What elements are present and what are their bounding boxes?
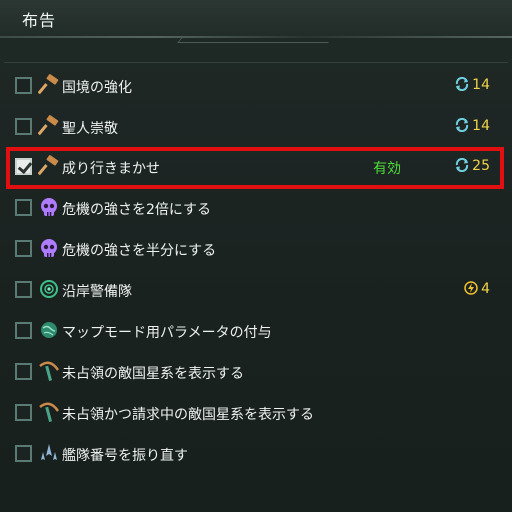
radar-icon (38, 278, 60, 300)
pickaxe-icon (38, 360, 60, 382)
edict-cost: 14 (455, 117, 490, 134)
edict-label: 危機の強さを半分にする (62, 243, 217, 259)
edict-checkbox[interactable] (15, 118, 32, 135)
edict-cost: 14 (455, 76, 490, 93)
cost-value: 14 (472, 77, 490, 93)
edict-label: 聖人崇敬 (62, 121, 118, 137)
edict-row[interactable]: 未占領の敵国星系を表示する (8, 354, 504, 390)
edict-row[interactable]: 沿岸警備隊 4 (8, 272, 504, 308)
cost-value: 14 (472, 118, 490, 134)
edicts-panel: 布告 国境の強化 14 聖人崇敬 14 成り行きまかせ 有効 25 危機の強さを2倍にする 危機… (0, 0, 512, 512)
influence-icon (455, 117, 469, 133)
edict-label: 国境の強化 (62, 80, 132, 96)
edict-checkbox[interactable] (15, 404, 32, 421)
edict-label: 未占領の敵国星系を表示する (62, 366, 244, 382)
edict-row[interactable]: 危機の強さを半分にする (8, 231, 504, 267)
skull-icon (38, 196, 60, 218)
edict-label: 艦隊番号を振り直す (62, 448, 188, 464)
edict-row[interactable]: 未占領かつ請求中の敵国星系を表示する (8, 395, 504, 431)
edict-row[interactable]: 聖人崇敬 14 (8, 109, 504, 145)
title-bar: 布告 (0, 0, 512, 36)
selection-highlight (6, 147, 504, 189)
edict-checkbox[interactable] (15, 199, 32, 216)
page-title: 布告 (22, 11, 57, 30)
edict-cost: 4 (464, 281, 490, 297)
cost-value: 4 (481, 281, 490, 297)
globe-icon (38, 319, 60, 341)
edict-checkbox[interactable] (15, 363, 32, 380)
edict-checkbox[interactable] (15, 281, 32, 298)
edict-label: マップモード用パラメータの付与 (62, 325, 272, 341)
edict-label: 沿岸警備隊 (62, 284, 132, 300)
gavel-icon (37, 115, 60, 137)
edict-checkbox[interactable] (15, 77, 32, 94)
edict-checkbox[interactable] (15, 322, 32, 339)
edict-row[interactable]: 艦隊番号を振り直す (8, 436, 504, 472)
gavel-icon (37, 74, 60, 96)
fleet-icon (38, 442, 60, 464)
edict-row[interactable]: 危機の強さを2倍にする (8, 190, 504, 226)
edict-row[interactable]: 国境の強化 14 (8, 68, 504, 104)
edict-row[interactable]: マップモード用パラメータの付与 (8, 313, 504, 349)
energy-icon (464, 281, 478, 295)
edict-checkbox[interactable] (15, 240, 32, 257)
pickaxe-icon (38, 401, 60, 423)
edict-label: 危機の強さを2倍にする (62, 202, 212, 218)
influence-icon (455, 76, 469, 92)
edict-label: 未占領かつ請求中の敵国星系を表示する (62, 407, 314, 423)
title-ornament (177, 36, 334, 43)
skull-icon (38, 237, 60, 259)
edict-checkbox[interactable] (15, 445, 32, 462)
